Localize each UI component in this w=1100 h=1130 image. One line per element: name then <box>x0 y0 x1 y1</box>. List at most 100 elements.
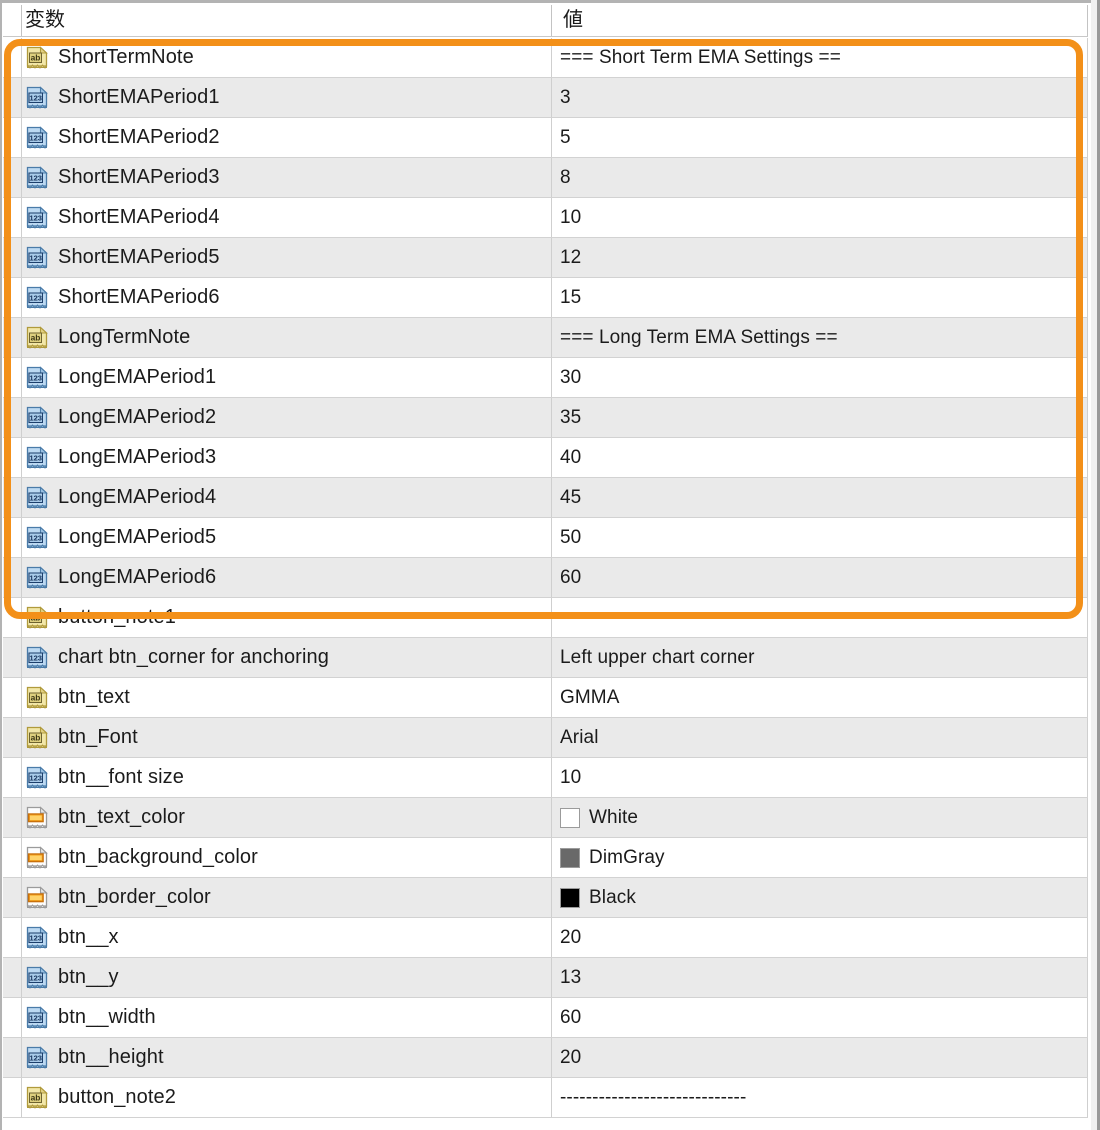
variable-cell[interactable]: 123 btn__y <box>22 958 550 997</box>
table-row[interactable]: 123 btn__width 60 <box>3 998 1088 1038</box>
value-cell[interactable]: 60 <box>560 998 1086 1037</box>
table-row[interactable]: 123 ShortEMAPeriod2 5 <box>3 118 1088 158</box>
variable-cell[interactable]: 123 LongEMAPeriod1 <box>22 358 550 397</box>
variable-cell[interactable]: 123 LongEMAPeriod2 <box>22 398 550 437</box>
table-row[interactable]: ab ShortTermNote === Short Term EMA Settin… <box>3 38 1088 78</box>
variable-cell[interactable]: btn_border_color <box>22 878 550 917</box>
table-row[interactable]: ab LongTermNote === Long Term EMA Settings… <box>3 318 1088 358</box>
value-cell[interactable]: ----------------------------- <box>560 1078 1086 1117</box>
variable-cell[interactable]: ab btn_text <box>22 678 550 717</box>
value-cell[interactable]: ----------------------------- <box>560 598 1086 637</box>
table-row[interactable]: ab button_note2 --------------------------… <box>3 1078 1088 1118</box>
value-cell[interactable]: Arial <box>560 718 1086 757</box>
variable-cell[interactable]: 123 ShortEMAPeriod4 <box>22 198 550 237</box>
value-cell[interactable]: 10 <box>560 758 1086 797</box>
value-cell[interactable]: White <box>560 798 1086 837</box>
value-text: 15 <box>560 286 582 308</box>
row-column-divider <box>551 878 552 917</box>
value-cell[interactable]: 5 <box>560 118 1086 157</box>
value-text: White <box>589 806 639 828</box>
value-cell[interactable]: 35 <box>560 398 1086 437</box>
value-cell[interactable]: 15 <box>560 278 1086 317</box>
value-cell[interactable]: DimGray <box>560 838 1086 877</box>
value-cell[interactable]: 40 <box>560 438 1086 477</box>
table-row[interactable]: 123 ShortEMAPeriod4 10 <box>3 198 1088 238</box>
variable-cell[interactable]: 123 btn__font size <box>22 758 550 797</box>
value-cell[interactable]: 50 <box>560 518 1086 557</box>
value-cell[interactable]: Black <box>560 878 1086 917</box>
table-row[interactable]: 123 LongEMAPeriod6 60 <box>3 558 1088 598</box>
value-cell[interactable]: 13 <box>560 958 1086 997</box>
value-cell[interactable]: === Long Term EMA Settings == <box>560 318 1086 357</box>
variable-cell[interactable]: 123 btn__width <box>22 998 550 1037</box>
variable-cell[interactable]: ab ShortTermNote <box>22 38 550 77</box>
variable-name: ShortEMAPeriod2 <box>58 126 220 148</box>
variable-cell[interactable]: ab btn_Font <box>22 718 550 757</box>
table-row[interactable]: btn_text_color White <box>3 798 1088 838</box>
variable-cell[interactable]: 123 LongEMAPeriod4 <box>22 478 550 517</box>
table-row[interactable]: btn_background_color DimGray <box>3 838 1088 878</box>
variable-cell[interactable]: 123 LongEMAPeriod6 <box>22 558 550 597</box>
value-cell[interactable]: 8 <box>560 158 1086 197</box>
table-row[interactable]: 123 btn__height 20 <box>3 1038 1088 1078</box>
row-column-divider <box>551 1038 552 1077</box>
table-row[interactable]: 123 LongEMAPeriod4 45 <box>3 478 1088 518</box>
value-cell[interactable]: 10 <box>560 198 1086 237</box>
variable-cell[interactable]: 123 btn__x <box>22 918 550 957</box>
row-column-divider <box>551 638 552 677</box>
variable-cell[interactable]: 123 ShortEMAPeriod3 <box>22 158 550 197</box>
variable-cell[interactable]: 123 ShortEMAPeriod6 <box>22 278 550 317</box>
value-cell[interactable]: 60 <box>560 558 1086 597</box>
column-header-variable[interactable]: 変数 <box>25 3 65 37</box>
table-row[interactable]: 123 btn__y 13 <box>3 958 1088 998</box>
table-row[interactable]: ab btn_text GMMA <box>3 678 1088 718</box>
table-row[interactable]: 123 LongEMAPeriod2 35 <box>3 398 1088 438</box>
row-column-divider <box>551 918 552 957</box>
value-cell[interactable]: === Short Term EMA Settings == <box>560 38 1086 77</box>
number-type-icon: 123 <box>26 1045 48 1070</box>
table-row[interactable]: 123 ShortEMAPeriod3 8 <box>3 158 1088 198</box>
value-cell[interactable]: 45 <box>560 478 1086 517</box>
row-divider-right <box>1087 198 1088 237</box>
variable-cell[interactable]: 123 LongEMAPeriod3 <box>22 438 550 477</box>
value-cell[interactable]: 12 <box>560 238 1086 277</box>
variable-cell[interactable]: btn_background_color <box>22 838 550 877</box>
table-row[interactable]: 123 ShortEMAPeriod5 12 <box>3 238 1088 278</box>
variable-cell[interactable]: btn_text_color <box>22 798 550 837</box>
table-row[interactable]: 123 chart btn_corner for anchoring Left up… <box>3 638 1088 678</box>
variable-cell[interactable]: 123 ShortEMAPeriod2 <box>22 118 550 157</box>
column-header-value[interactable]: 値 <box>563 3 583 37</box>
value-cell[interactable]: GMMA <box>560 678 1086 717</box>
variable-cell[interactable]: ab button_note1 <box>22 598 550 637</box>
variable-cell[interactable]: 123 btn__height <box>22 1038 550 1077</box>
table-row[interactable]: 123 btn__x 20 <box>3 918 1088 958</box>
value-cell[interactable]: 20 <box>560 918 1086 957</box>
table-row[interactable]: 123 LongEMAPeriod3 40 <box>3 438 1088 478</box>
row-divider-right <box>1087 478 1088 517</box>
value-cell[interactable]: 30 <box>560 358 1086 397</box>
table-row[interactable]: 123 btn__font size 10 <box>3 758 1088 798</box>
row-column-divider <box>551 78 552 117</box>
variable-cell[interactable]: ab LongTermNote <box>22 318 550 357</box>
value-text: 12 <box>560 246 582 268</box>
row-column-divider <box>551 798 552 837</box>
value-cell[interactable]: 3 <box>560 78 1086 117</box>
table-row[interactable]: ab btn_Font Arial <box>3 718 1088 758</box>
row-divider-right <box>1087 438 1088 477</box>
variable-cell[interactable]: ab button_note2 <box>22 1078 550 1117</box>
value-cell[interactable]: Left upper chart corner <box>560 638 1086 677</box>
header-column-resizer[interactable] <box>551 5 552 36</box>
table-row[interactable]: 123 LongEMAPeriod5 50 <box>3 518 1088 558</box>
variable-cell[interactable]: 123 ShortEMAPeriod1 <box>22 78 550 117</box>
variable-cell[interactable]: 123 ShortEMAPeriod5 <box>22 238 550 277</box>
table-row[interactable]: ab button_note1 --------------------------… <box>3 598 1088 638</box>
table-row[interactable]: btn_border_color Black <box>3 878 1088 918</box>
variable-cell[interactable]: 123 chart btn_corner for anchoring <box>22 638 550 677</box>
row-divider-right <box>1087 518 1088 557</box>
table-row[interactable]: 123 ShortEMAPeriod1 3 <box>3 78 1088 118</box>
row-divider-right <box>1087 38 1088 77</box>
table-row[interactable]: 123 LongEMAPeriod1 30 <box>3 358 1088 398</box>
variable-cell[interactable]: 123 LongEMAPeriod5 <box>22 518 550 557</box>
value-cell[interactable]: 20 <box>560 1038 1086 1077</box>
table-row[interactable]: 123 ShortEMAPeriod6 15 <box>3 278 1088 318</box>
